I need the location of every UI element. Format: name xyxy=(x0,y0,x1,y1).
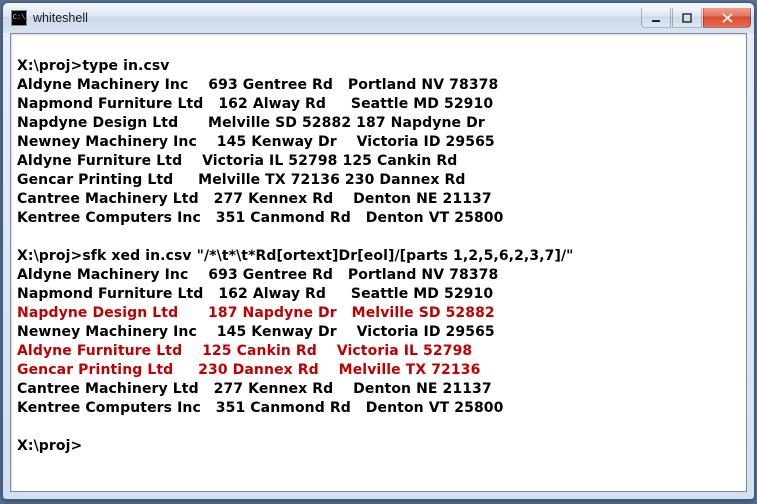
minimize-button[interactable] xyxy=(641,8,671,28)
app-window: C:\ whiteshell X:\proj>type in.csv Aldyn… xyxy=(2,2,755,500)
maximize-button[interactable] xyxy=(672,8,702,28)
close-button[interactable] xyxy=(703,8,751,28)
close-icon xyxy=(722,13,733,23)
titlebar[interactable]: C:\ whiteshell xyxy=(3,3,754,33)
app-icon: C:\ xyxy=(11,10,27,26)
window-title: whiteshell xyxy=(33,11,641,25)
terminal-viewport[interactable]: X:\proj>type in.csv Aldyne Machinery Inc… xyxy=(10,33,747,492)
maximize-icon xyxy=(682,13,692,23)
minimize-icon xyxy=(651,13,661,23)
window-controls xyxy=(641,8,751,28)
terminal-output: X:\proj>type in.csv Aldyne Machinery Inc… xyxy=(11,34,746,460)
